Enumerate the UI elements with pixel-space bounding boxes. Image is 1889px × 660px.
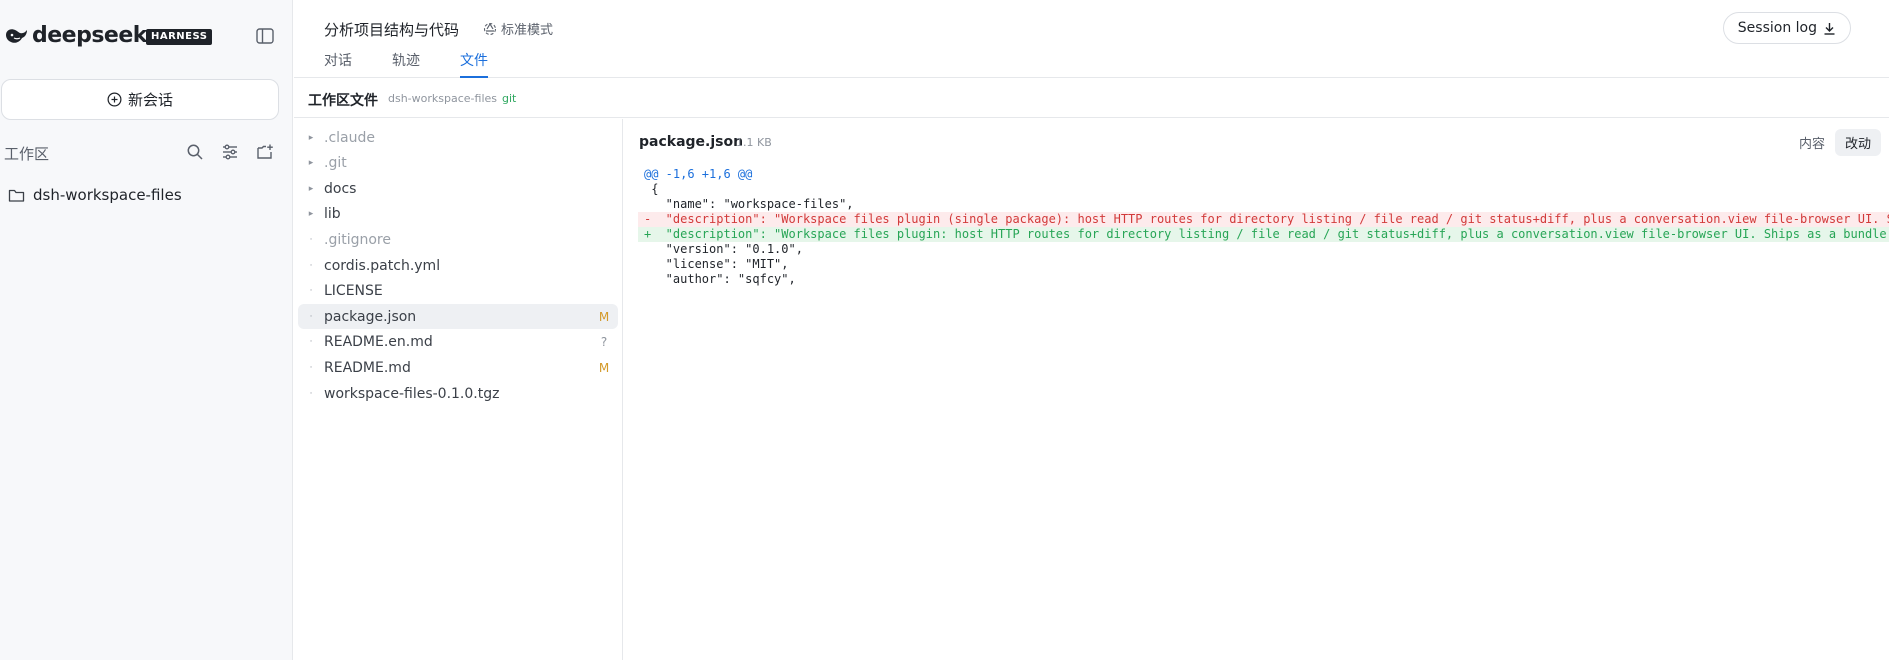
view-content-button[interactable]: 内容	[1789, 129, 1835, 156]
dot-icon: ·	[309, 388, 313, 399]
sidebar: deepseek HARNESS 新会话 工作区 dsh-workspace-f…	[0, 0, 293, 660]
file-tree: ▸ .claude ▸ .git ▸ docs ▸ lib · .gitignore · cordis…	[294, 119, 623, 660]
tree-row-file[interactable]: · README.en.md?	[298, 330, 618, 355]
tree-row-name: lib	[324, 206, 341, 223]
diff-line-del: - "description": "Workspace files plugin…	[638, 212, 1889, 227]
sidebar-toggle-icon[interactable]	[256, 28, 274, 44]
recycle-mode-icon	[483, 22, 497, 35]
tree-row-name: cordis.patch.yml	[324, 257, 441, 274]
filter-settings-icon[interactable]	[221, 143, 239, 161]
tab-chat[interactable]: 对话	[324, 50, 352, 78]
dot-icon: ·	[309, 234, 313, 245]
mode-label: 标准模式	[501, 23, 554, 38]
viewer-filename: package.json	[639, 134, 744, 150]
workspace-header: 工作区	[4, 140, 284, 164]
view-diff-button[interactable]: 改动	[1834, 129, 1881, 156]
view-toggle: 内容 改动	[1789, 129, 1881, 156]
vcs-badge: git	[502, 92, 517, 105]
file-viewer: package.json 1.1 KB 内容 改动 @@ -1,6 +1,6 @…	[624, 119, 1889, 660]
workspace-item-dsh-workspace-files[interactable]: dsh-workspace-files	[8, 183, 278, 207]
tree-row-name: .claude	[324, 129, 375, 146]
tree-row-file[interactable]: · cordis.patch.yml	[298, 253, 618, 278]
tree-row-name: .git	[324, 155, 347, 172]
add-circle-icon	[107, 92, 122, 107]
session-title: 分析项目结构与代码	[324, 21, 460, 39]
caret-right-icon: ▸	[308, 209, 314, 220]
folder-icon	[8, 189, 25, 202]
diff-line-ctx: "name": "workspace-files",	[644, 197, 854, 211]
diff-line-ctx: "license": "MIT",	[644, 257, 789, 271]
tree-row-name: workspace-files-0.1.0.tgz	[324, 385, 500, 402]
caret-right-icon: ▸	[308, 158, 314, 169]
caret-right-icon: ▸	[308, 183, 314, 194]
workspace-label: 工作区	[4, 145, 50, 163]
git-status-badge: ?	[600, 335, 608, 350]
tree-row-folder[interactable]: ▸ lib	[298, 202, 618, 227]
search-icon[interactable]	[186, 143, 204, 161]
tree-row-file[interactable]: · README.md M	[298, 355, 618, 380]
dot-icon: ·	[309, 362, 313, 373]
deepseek-whale-logo-icon	[6, 29, 27, 43]
caret-right-icon: ▸	[308, 132, 314, 143]
tabs: 对话 轨迹 文件	[324, 50, 528, 78]
tree-row-name: README.en.md	[324, 334, 433, 351]
dot-icon: ·	[309, 260, 313, 271]
main-header: 分析项目结构与代码 标准模式 对话 轨迹 文件 Session log	[294, 0, 1889, 78]
tab-trace[interactable]: 轨迹	[392, 50, 420, 78]
dot-icon: ·	[309, 286, 313, 297]
tree-row-file[interactable]: · workspace-files-0.1.0.tgz	[298, 381, 618, 406]
tree-row-folder[interactable]: ▸ .git	[298, 151, 618, 176]
viewer-filesize: 1.1 KB	[736, 136, 772, 149]
mode-badge[interactable]: 标准模式	[483, 19, 553, 38]
tree-row-name: README.md	[324, 359, 411, 376]
tree-row-file[interactable]: · .gitignore	[298, 227, 618, 252]
diff-view: @@ -1,6 +1,6 @@ { "name": "workspace-fil…	[638, 167, 1889, 287]
logo-text: deepseek	[32, 23, 147, 48]
logo-row: deepseek HARNESS	[0, 20, 293, 52]
new-chat-button[interactable]: 新会话	[1, 79, 279, 120]
new-folder-icon[interactable]	[256, 143, 274, 161]
tree-row-name: docs	[324, 180, 357, 197]
tree-row-folder[interactable]: ▸ .claude	[298, 125, 618, 150]
tree-row-file[interactable]: · LICENSE	[298, 279, 618, 304]
files-folder: dsh-workspace-files	[388, 92, 497, 105]
download-icon	[1824, 22, 1835, 35]
session-log-label: Session log	[1737, 20, 1817, 36]
tree-row-name: LICENSE	[324, 283, 383, 300]
harness-badge: HARNESS	[146, 29, 213, 45]
diff-line-ctx: {	[644, 182, 659, 196]
diff-line-hunk: @@ -1,6 +1,6 @@	[644, 167, 753, 181]
tab-files[interactable]: 文件	[460, 50, 488, 78]
workspace-item-label: dsh-workspace-files	[33, 186, 182, 204]
tree-row-name: package.json	[324, 308, 417, 325]
session-log-button[interactable]: Session log	[1722, 12, 1851, 44]
diff-line-add: + "description": "Workspace files plugin…	[638, 227, 1889, 242]
files-title: 工作区文件	[308, 93, 378, 109]
tree-row-file[interactable]: · package.json M	[298, 304, 618, 330]
git-status-badge: M	[598, 309, 610, 324]
git-status-badge: M	[598, 360, 610, 375]
tree-row-folder[interactable]: ▸ docs	[298, 176, 618, 201]
dot-icon: ·	[309, 337, 313, 348]
dot-icon: ·	[309, 311, 313, 322]
diff-line-ctx: "version": "0.1.0",	[644, 242, 803, 256]
diff-line-ctx: "author": "sqfcy",	[644, 272, 796, 286]
new-chat-label: 新会话	[127, 91, 173, 109]
files-bar: 工作区文件 dsh-workspace-files git	[294, 79, 1889, 118]
tree-row-name: .gitignore	[324, 231, 391, 248]
